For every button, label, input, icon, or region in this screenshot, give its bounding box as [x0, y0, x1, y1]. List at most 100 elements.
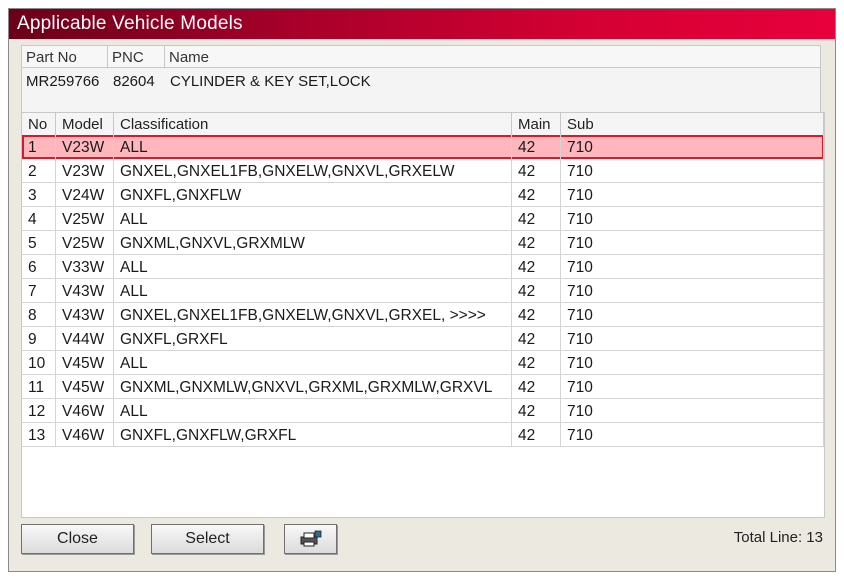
- part-no-value: MR259766: [26, 73, 100, 90]
- pnc-header: PNC: [108, 46, 165, 68]
- cell-classification: ALL: [114, 135, 512, 159]
- table-row[interactable]: 10 V45W ALL 42 710: [22, 351, 824, 375]
- cell-main: 42: [512, 207, 561, 231]
- table-row[interactable]: 2 V23W GNXEL,GNXEL1FB,GNXELW,GNXVL,GRXELW 4…: [22, 159, 824, 183]
- cell-main: 42: [512, 183, 561, 207]
- cell-no: 1: [22, 135, 56, 159]
- cell-sub: 710: [561, 135, 824, 159]
- cell-model: V45W: [56, 351, 114, 375]
- cell-classification: ALL: [114, 207, 512, 231]
- cell-model: V46W: [56, 423, 114, 447]
- cell-sub: 710: [561, 279, 824, 303]
- cell-model: V25W: [56, 231, 114, 255]
- cell-sub: 710: [561, 375, 824, 399]
- cell-model: V25W: [56, 207, 114, 231]
- table-row[interactable]: 11 V45W GNXML,GNXMLW,GNXVL,GRXML,GRXMLW,GR…: [22, 375, 824, 399]
- cell-sub: 710: [561, 159, 824, 183]
- cell-no: 12: [22, 399, 56, 423]
- cell-sub: 710: [561, 423, 824, 447]
- cell-main: 42: [512, 399, 561, 423]
- cell-sub: 710: [561, 231, 824, 255]
- cell-main: 42: [512, 423, 561, 447]
- column-header-no[interactable]: No: [22, 113, 56, 135]
- table-row[interactable]: 4 V25W ALL 42 710: [22, 207, 824, 231]
- cell-no: 2: [22, 159, 56, 183]
- cell-main: 42: [512, 303, 561, 327]
- cell-main: 42: [512, 255, 561, 279]
- part-no-header: Part No: [22, 46, 108, 68]
- cell-model: V33W: [56, 255, 114, 279]
- name-header: Name: [165, 46, 820, 68]
- cell-classification: ALL: [114, 255, 512, 279]
- close-button[interactable]: Close: [21, 524, 134, 554]
- cell-sub: 710: [561, 399, 824, 423]
- cell-model: V24W: [56, 183, 114, 207]
- cell-sub: 710: [561, 255, 824, 279]
- table-row[interactable]: 12 V46W ALL 42 710: [22, 399, 824, 423]
- applicable-models-dialog: Applicable Vehicle Models Part No PNC Na…: [8, 8, 836, 572]
- total-line-count: Total Line: 13: [733, 529, 823, 546]
- table-header: No Model Classification Main Sub: [22, 113, 824, 136]
- cell-main: 42: [512, 375, 561, 399]
- cell-no: 11: [22, 375, 56, 399]
- cell-model: V44W: [56, 327, 114, 351]
- table-row[interactable]: 9 V44W GNXFL,GRXFL 42 710: [22, 327, 824, 351]
- cell-no: 6: [22, 255, 56, 279]
- cell-classification: GNXML,GNXVL,GRXMLW: [114, 231, 512, 255]
- part-name-value: CYLINDER & KEY SET,LOCK: [170, 73, 371, 90]
- printer-icon: [300, 530, 321, 547]
- column-header-model[interactable]: Model: [56, 113, 114, 135]
- table-row[interactable]: 6 V33W ALL 42 710: [22, 255, 824, 279]
- column-header-main[interactable]: Main: [512, 113, 561, 135]
- table-row[interactable]: 8 V43W GNXEL,GNXEL1FB,GNXELW,GNXVL,GRXEL, …: [22, 303, 824, 327]
- models-table: No Model Classification Main Sub 1 V23W AL…: [21, 112, 825, 518]
- cell-main: 42: [512, 159, 561, 183]
- select-button[interactable]: Select: [151, 524, 264, 554]
- cell-no: 4: [22, 207, 56, 231]
- column-header-classification[interactable]: Classification: [114, 113, 512, 135]
- table-row[interactable]: 13 V46W GNXFL,GNXFLW,GRXFL 42 710: [22, 423, 824, 447]
- cell-main: 42: [512, 351, 561, 375]
- part-info-panel: Part No PNC Name MR259766 82604 CYLINDER…: [21, 45, 821, 117]
- cell-classification: ALL: [114, 351, 512, 375]
- cell-classification: GNXEL,GNXEL1FB,GNXELW,GNXVL,GRXELW: [114, 159, 512, 183]
- cell-model: V43W: [56, 303, 114, 327]
- title-bar[interactable]: Applicable Vehicle Models: [9, 9, 835, 39]
- cell-classification: GNXFL,GNXFLW: [114, 183, 512, 207]
- table-row[interactable]: 3 V24W GNXFL,GNXFLW 42 710: [22, 183, 824, 207]
- cell-no: 7: [22, 279, 56, 303]
- cell-classification: GNXML,GNXMLW,GNXVL,GRXML,GRXMLW,GRXVL: [114, 375, 512, 399]
- cell-classification: GNXEL,GNXEL1FB,GNXELW,GNXVL,GRXEL, >>>>: [114, 303, 512, 327]
- cell-no: 9: [22, 327, 56, 351]
- cell-classification: ALL: [114, 279, 512, 303]
- cell-classification: ALL: [114, 399, 512, 423]
- table-row[interactable]: 1 V23W ALL 42 710: [22, 135, 824, 159]
- cell-main: 42: [512, 279, 561, 303]
- cell-sub: 710: [561, 351, 824, 375]
- cell-no: 5: [22, 231, 56, 255]
- column-header-sub[interactable]: Sub: [561, 113, 824, 135]
- cell-main: 42: [512, 135, 561, 159]
- cell-classification: GNXFL,GNXFLW,GRXFL: [114, 423, 512, 447]
- cell-main: 42: [512, 327, 561, 351]
- cell-model: V23W: [56, 135, 114, 159]
- pnc-value: 82604: [113, 73, 155, 90]
- cell-no: 13: [22, 423, 56, 447]
- cell-no: 10: [22, 351, 56, 375]
- cell-classification: GNXFL,GRXFL: [114, 327, 512, 351]
- window-title: Applicable Vehicle Models: [17, 13, 243, 34]
- cell-sub: 710: [561, 327, 824, 351]
- cell-sub: 710: [561, 303, 824, 327]
- cell-sub: 710: [561, 183, 824, 207]
- cell-model: V43W: [56, 279, 114, 303]
- cell-sub: 710: [561, 207, 824, 231]
- cell-model: V45W: [56, 375, 114, 399]
- table-row[interactable]: 5 V25W GNXML,GNXVL,GRXMLW 42 710: [22, 231, 824, 255]
- table-row[interactable]: 7 V43W ALL 42 710: [22, 279, 824, 303]
- cell-model: V46W: [56, 399, 114, 423]
- cell-model: V23W: [56, 159, 114, 183]
- cell-main: 42: [512, 231, 561, 255]
- cell-no: 3: [22, 183, 56, 207]
- print-button[interactable]: [284, 524, 337, 554]
- cell-no: 8: [22, 303, 56, 327]
